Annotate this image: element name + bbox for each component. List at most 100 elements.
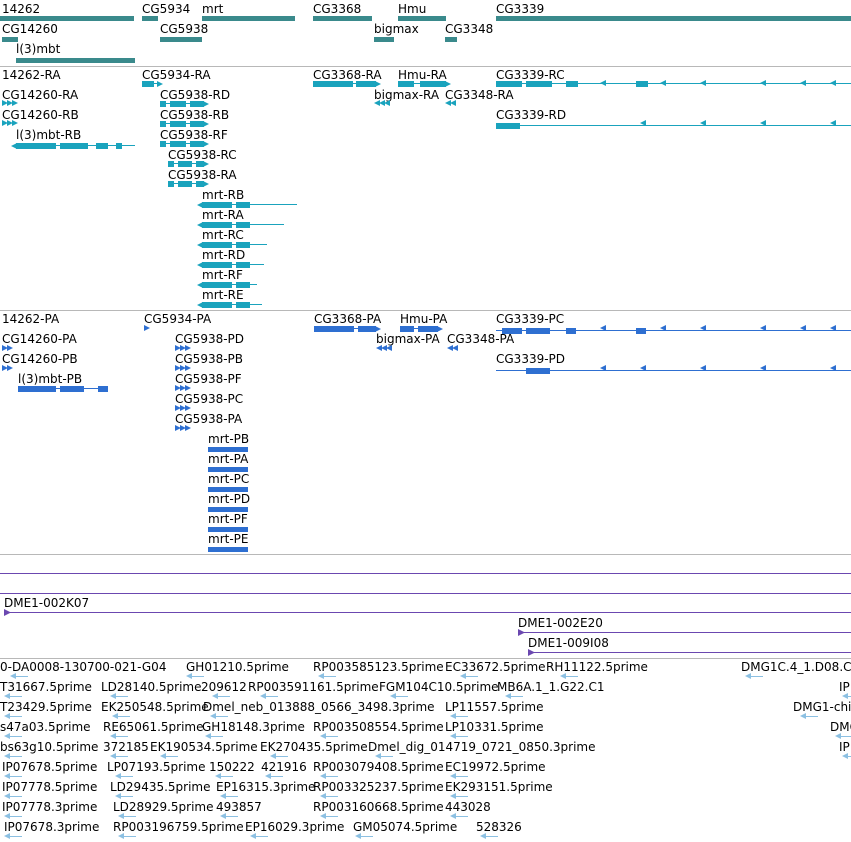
feature-label-mrt-pb[interactable]: mrt-PB (208, 432, 249, 446)
feature-label-cg3368[interactable]: CG3368 (313, 2, 361, 16)
feature-label-mrt[interactable]: mrt (202, 2, 223, 16)
est-feature[interactable] (166, 756, 178, 757)
est-feature[interactable] (10, 776, 22, 777)
feature-label-t31667-5prime[interactable]: T31667.5prime (0, 680, 92, 694)
gene-cg3348[interactable] (445, 37, 457, 42)
feature-label-cg5938-rd[interactable]: CG5938-RD (160, 88, 230, 102)
feature-label-cg5934[interactable]: CG5934 (142, 2, 190, 16)
feature-label-gh01210-5prime[interactable]: GH01210.5prime (186, 660, 289, 674)
feature-label-ep16029-3prime[interactable]: EP16029.3prime (245, 820, 344, 834)
est-feature[interactable] (456, 736, 468, 737)
feature-label-ip[interactable]: IP (839, 680, 850, 694)
feature-label-ec33672-5prime[interactable]: EC33672.5prime (445, 660, 546, 674)
gene-cg5934[interactable] (142, 16, 158, 21)
protein-l3mbt-pb[interactable] (18, 386, 108, 392)
est-feature[interactable] (456, 796, 468, 797)
est-feature[interactable] (10, 816, 22, 817)
feature-label-493857[interactable]: 493857 (216, 800, 262, 814)
est-feature[interactable] (566, 676, 578, 677)
feature-label-dme1-009i08[interactable]: DME1-009I08 (528, 636, 609, 650)
feature-label-cg5938-pd[interactable]: CG5938-PD (175, 332, 244, 346)
feature-label-ip07678-3prime[interactable]: IP07678.3prime (4, 820, 99, 834)
feature-label-cg3348-pa[interactable]: CG3348-PA (447, 332, 514, 346)
transcript-mrt-re[interactable] (202, 302, 262, 308)
est-feature[interactable] (221, 776, 233, 777)
feature-label-dmel-dig-014719-0721-0850-3prime[interactable]: Dmel_dig_014719_0721_0850.3prime (368, 740, 596, 754)
gene-mrt[interactable] (202, 16, 295, 21)
feature-label-cg5934-pa[interactable]: CG5934-PA (144, 312, 211, 326)
feature-label-ek270435-5prime[interactable]: EK270435.5prime (260, 740, 368, 754)
est-feature[interactable] (211, 736, 223, 737)
est-feature[interactable] (456, 816, 468, 817)
feature-label-ld29435-5prime[interactable]: LD29435.5prime (110, 780, 211, 794)
est-feature[interactable] (456, 776, 468, 777)
est-feature[interactable] (361, 836, 373, 837)
est-feature[interactable] (511, 696, 523, 697)
feature-label-cg3339-rc[interactable]: CG3339-RC (496, 68, 565, 82)
feature-label-dme1-002k07[interactable]: DME1-002K07 (4, 596, 89, 610)
gene-hmu[interactable] (398, 16, 446, 21)
feature-label-cg3339-rd[interactable]: CG3339-RD (496, 108, 566, 122)
est-feature[interactable] (806, 716, 818, 717)
feature-label-cg5938-pb[interactable]: CG5938-PB (175, 352, 243, 366)
est-feature[interactable] (271, 776, 283, 777)
transcript-cg3339-rc[interactable] (496, 81, 851, 87)
feature-label-cg5938-ra[interactable]: CG5938-RA (168, 168, 237, 182)
feature-label-cg5938-pc[interactable]: CG5938-PC (175, 392, 243, 406)
feature-label-mrt-pe[interactable]: mrt-PE (208, 532, 248, 546)
est-feature[interactable] (118, 716, 130, 717)
feature-label-rh11122-5prime[interactable]: RH11122.5prime (546, 660, 648, 674)
est-feature[interactable] (326, 796, 338, 797)
est-feature[interactable] (116, 736, 128, 737)
feature-label-hmu-pa[interactable]: Hmu-PA (400, 312, 447, 326)
transcript-cg3368-ra[interactable] (313, 81, 376, 87)
feature-label-cg3368-ra[interactable]: CG3368-RA (313, 68, 382, 82)
feature-label-l-3-mbt-pb[interactable]: l(3)mbt-PB (18, 372, 82, 386)
est-feature[interactable] (486, 836, 498, 837)
feature-label-rp003196759-5prime[interactable]: RP003196759.5prime (113, 820, 244, 834)
est-feature[interactable] (10, 696, 22, 697)
est-feature[interactable] (121, 796, 133, 797)
gene-bigmax[interactable] (374, 37, 394, 42)
feature-label-mrt-rb[interactable]: mrt-RB (202, 188, 244, 202)
feature-label-ip07778-5prime[interactable]: IP07778.5prime (2, 780, 97, 794)
feature-label-t23429-5prime[interactable]: T23429.5prime (0, 700, 92, 714)
est-feature[interactable] (218, 696, 230, 697)
est-feature[interactable] (751, 676, 763, 677)
feature-label-ip1[interactable]: IP1 (839, 740, 851, 754)
feature-label-ld28140-5prime[interactable]: LD28140.5prime (101, 680, 202, 694)
feature-label-fgm104c10-5prime[interactable]: FGM104C10.5prime (379, 680, 499, 694)
feature-label-14262-pa[interactable]: 14262-PA (2, 312, 59, 326)
feature-label-cg14260-pa[interactable]: CG14260-PA (2, 332, 77, 346)
feature-label-rp003591161-5prime[interactable]: RP003591161.5prime (248, 680, 379, 694)
feature-label-cg14260[interactable]: CG14260 (2, 22, 58, 36)
feature-label-cg5938-rc[interactable]: CG5938-RC (168, 148, 237, 162)
genome-browser-viewport[interactable]: 14262 CG5934 mrt CG3368 Hmu CG3339 CG14260 CG59… (0, 0, 851, 842)
est-feature[interactable] (256, 836, 268, 837)
feature-label-hmu-ra[interactable]: Hmu-RA (398, 68, 447, 82)
feature-label-dmg1-chi[interactable]: DMG1-chi (793, 700, 851, 714)
est-feature[interactable] (124, 836, 136, 837)
feature-label-hmu[interactable]: Hmu (398, 2, 426, 16)
feature-label-mb6a-1-1-g22-c1[interactable]: MB6A.1_1.G22.C1 (497, 680, 605, 694)
feature-label-rp003325237-5prime[interactable]: RP003325237.5prime (313, 780, 444, 794)
feature-label-bigmax-pa[interactable]: bigmax-PA (376, 332, 440, 346)
est-feature[interactable] (124, 816, 136, 817)
est-feature[interactable] (381, 756, 393, 757)
est-feature[interactable] (326, 776, 338, 777)
transcript-hmu-ra[interactable] (398, 81, 446, 87)
feature-label-cg5934-ra[interactable]: CG5934-RA (142, 68, 211, 82)
transcript-cg5938-ra[interactable] (168, 181, 204, 187)
feature-label-cg5938-pf[interactable]: CG5938-PF (175, 372, 242, 386)
feature-label-rp003160668-5prime[interactable]: RP003160668.5prime (313, 800, 444, 814)
est-feature[interactable] (16, 676, 28, 677)
feature-label-gh18148-3prime[interactable]: GH18148.3prime (202, 720, 305, 734)
est-feature[interactable] (192, 676, 204, 677)
feature-label-cg5938-pa[interactable]: CG5938-PA (175, 412, 242, 426)
feature-label-209612[interactable]: 209612 (201, 680, 247, 694)
est-feature[interactable] (276, 756, 288, 757)
feature-label-mrt-re[interactable]: mrt-RE (202, 288, 244, 302)
feature-label-443028[interactable]: 443028 (445, 800, 491, 814)
feature-label-mrt-pa[interactable]: mrt-PA (208, 452, 248, 466)
gene-14262[interactable] (0, 16, 134, 21)
